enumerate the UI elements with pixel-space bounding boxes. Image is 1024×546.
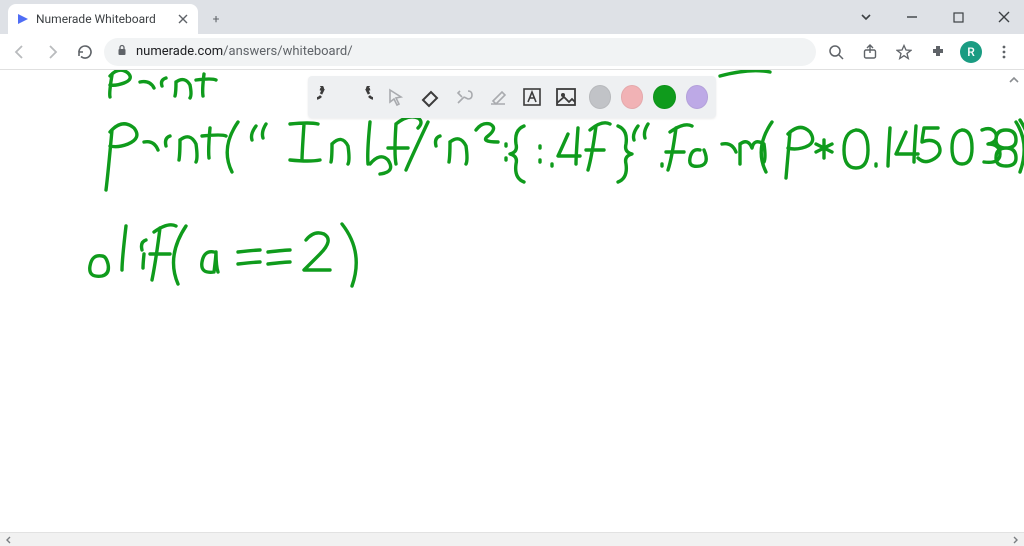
whiteboard-canvas[interactable] (0, 70, 1024, 532)
color-swatch-gray[interactable] (589, 85, 611, 109)
profile-letter: R (967, 45, 975, 59)
highlighter-tool[interactable] (486, 84, 510, 110)
browser-tab-strip: Numerade Whiteboard + (0, 0, 1024, 34)
image-tool[interactable] (554, 84, 578, 110)
redo-button[interactable] (350, 84, 374, 110)
url-path: /answers/whiteboard/ (223, 44, 352, 59)
ink-layer (0, 70, 1024, 532)
bookmark-star-icon[interactable] (892, 40, 916, 64)
undo-button[interactable] (316, 84, 340, 110)
browser-tab-active[interactable]: Numerade Whiteboard (8, 4, 198, 34)
tab-search-chevron-icon[interactable] (852, 6, 880, 28)
plus-icon: + (213, 12, 220, 26)
scroll-up-indicator[interactable] (1008, 74, 1020, 89)
window-maximize-button[interactable] (944, 6, 972, 28)
toolbar-right-icons: R (824, 40, 1016, 64)
profile-avatar[interactable]: R (960, 41, 982, 63)
horizontal-scrollbar[interactable] (0, 532, 1024, 546)
color-swatch-pink[interactable] (621, 85, 643, 109)
url-domain: numerade.com (136, 44, 223, 59)
tools-icon[interactable] (452, 84, 476, 110)
color-swatch-purple[interactable] (686, 85, 708, 109)
scroll-left-arrow-icon[interactable] (3, 534, 15, 546)
window-controls (852, 0, 1024, 34)
pointer-tool[interactable] (384, 84, 408, 110)
nav-forward-button[interactable] (40, 40, 64, 64)
url-text: numerade.com/answers/whiteboard/ (136, 44, 353, 59)
whiteboard-toolbar (308, 76, 716, 118)
tab-favicon (16, 12, 30, 26)
kebab-menu-icon[interactable] (992, 40, 1016, 64)
extensions-icon[interactable] (926, 40, 950, 64)
scroll-right-arrow-icon[interactable] (1009, 534, 1021, 546)
address-bar[interactable]: numerade.com/answers/whiteboard/ (104, 38, 816, 66)
color-swatch-green[interactable] (653, 85, 675, 109)
window-minimize-button[interactable] (898, 6, 926, 28)
window-close-button[interactable] (990, 6, 1018, 28)
text-tool[interactable] (520, 84, 544, 110)
eraser-tool[interactable] (418, 84, 442, 110)
nav-reload-button[interactable] (72, 40, 96, 64)
new-tab-button[interactable]: + (202, 5, 230, 33)
nav-back-button[interactable] (8, 40, 32, 64)
zoom-icon[interactable] (824, 40, 848, 64)
share-icon[interactable] (858, 40, 882, 64)
browser-toolbar: numerade.com/answers/whiteboard/ R (0, 34, 1024, 70)
tab-close-icon[interactable] (176, 12, 190, 26)
lock-icon (116, 44, 128, 59)
tab-title: Numerade Whiteboard (36, 12, 170, 26)
